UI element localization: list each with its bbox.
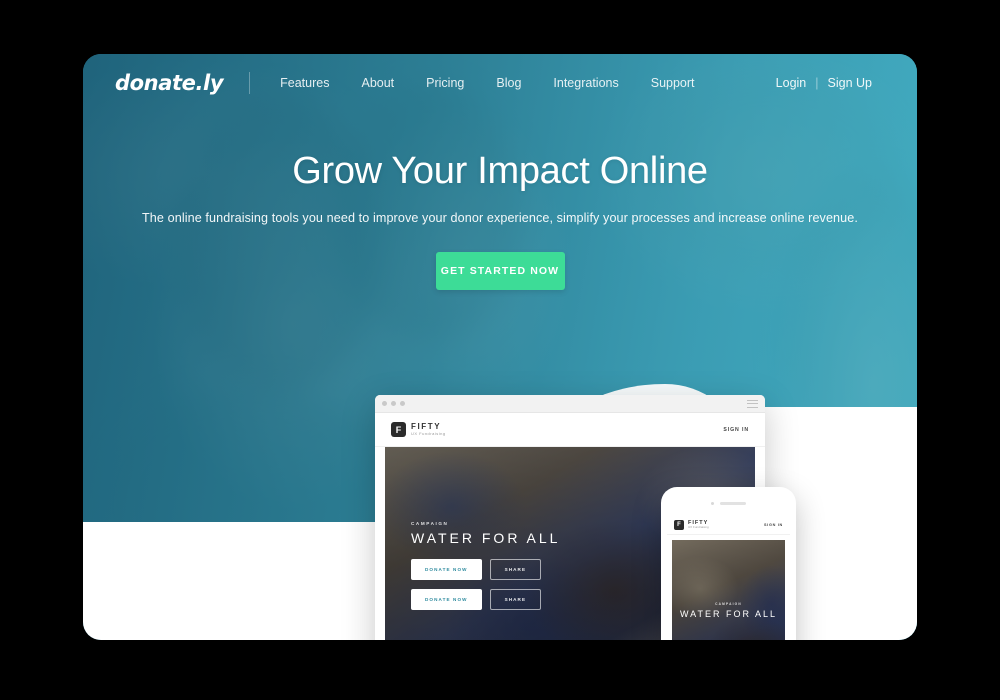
top-navigation: donate.ly Features About Pricing Blog In… <box>83 54 917 112</box>
nav-link-pricing[interactable]: Pricing <box>410 70 480 96</box>
phone-mockup: F FIFTY UX Fundraising SIGN IN CAMPAIGN … <box>661 487 796 640</box>
mockup-signin-link[interactable]: SIGN IN <box>723 427 749 433</box>
phone-signin-link[interactable]: SIGN IN <box>764 523 783 527</box>
share-button-alt[interactable]: SHARE <box>489 589 542 610</box>
hero-card: donate.ly Features About Pricing Blog In… <box>83 54 917 640</box>
phone-top-bar <box>667 499 790 508</box>
signup-link[interactable]: Sign Up <box>819 72 881 94</box>
phone-brand-tagline: UX Fundraising <box>688 524 709 529</box>
browser-maximize-dot-icon <box>400 401 405 406</box>
browser-chrome-bar <box>375 395 765 413</box>
brand-logo[interactable]: donate.ly <box>115 71 249 95</box>
nav-link-integrations[interactable]: Integrations <box>537 70 634 96</box>
fifty-logo-icon-phone: F <box>674 519 684 530</box>
nav-link-blog[interactable]: Blog <box>480 70 537 96</box>
mockup-brand: F FIFTY UX Fundraising <box>391 422 446 437</box>
nav-divider <box>249 72 251 94</box>
share-button[interactable]: SHARE <box>489 559 542 580</box>
screenshot-canvas: donate.ly Features About Pricing Blog In… <box>0 0 1000 700</box>
nav-link-support[interactable]: Support <box>635 70 711 96</box>
nav-links: Features About Pricing Blog Integrations… <box>264 70 710 96</box>
campaign-copy: CAMPAIGN WATER FOR ALL DONATE NOW SHARE … <box>411 521 560 610</box>
get-started-button[interactable]: GET STARTED NOW <box>435 251 565 290</box>
campaign-kicker: CAMPAIGN <box>411 521 449 526</box>
nav-link-about[interactable]: About <box>345 70 410 96</box>
phone-speaker-icon <box>720 502 746 505</box>
phone-campaign-image: CAMPAIGN WATER FOR ALL <box>672 540 785 640</box>
mockup-brand-tagline: UX Fundraising <box>411 430 446 436</box>
donate-now-button-alt[interactable]: DONATE NOW <box>411 589 482 610</box>
campaign-actions: DONATE NOW SHARE <box>411 559 560 580</box>
login-link[interactable]: Login <box>767 72 816 94</box>
hamburger-menu-icon[interactable] <box>747 399 758 408</box>
campaign-title: WATER FOR ALL <box>411 530 561 546</box>
phone-campaign-title: WATER FOR ALL <box>679 609 777 619</box>
browser-minimize-dot-icon <box>391 401 396 406</box>
hero-subtitle: The online fundraising tools you need to… <box>142 210 858 225</box>
browser-close-dot-icon <box>382 401 387 406</box>
campaign-actions-secondary: DONATE NOW SHARE <box>411 589 560 610</box>
donate-now-button[interactable]: DONATE NOW <box>411 559 482 580</box>
nav-link-features[interactable]: Features <box>264 70 345 96</box>
phone-screen: F FIFTY UX Fundraising SIGN IN CAMPAIGN … <box>667 515 790 640</box>
hero-copy: Grow Your Impact Online The online fundr… <box>83 150 917 290</box>
mockup-site-header: F FIFTY UX Fundraising SIGN IN <box>375 413 765 447</box>
page-title: Grow Your Impact Online <box>292 150 708 192</box>
phone-campaign-kicker: CAMPAIGN <box>715 602 742 606</box>
fifty-logo-icon: F <box>391 422 406 437</box>
phone-campaign-copy: CAMPAIGN WATER FOR ALL <box>672 602 785 619</box>
phone-site-header: F FIFTY UX Fundraising SIGN IN <box>667 515 790 535</box>
phone-camera-icon <box>711 502 714 505</box>
nav-auth-group: Login | Sign Up <box>767 72 881 94</box>
phone-image-overlay <box>672 540 785 640</box>
